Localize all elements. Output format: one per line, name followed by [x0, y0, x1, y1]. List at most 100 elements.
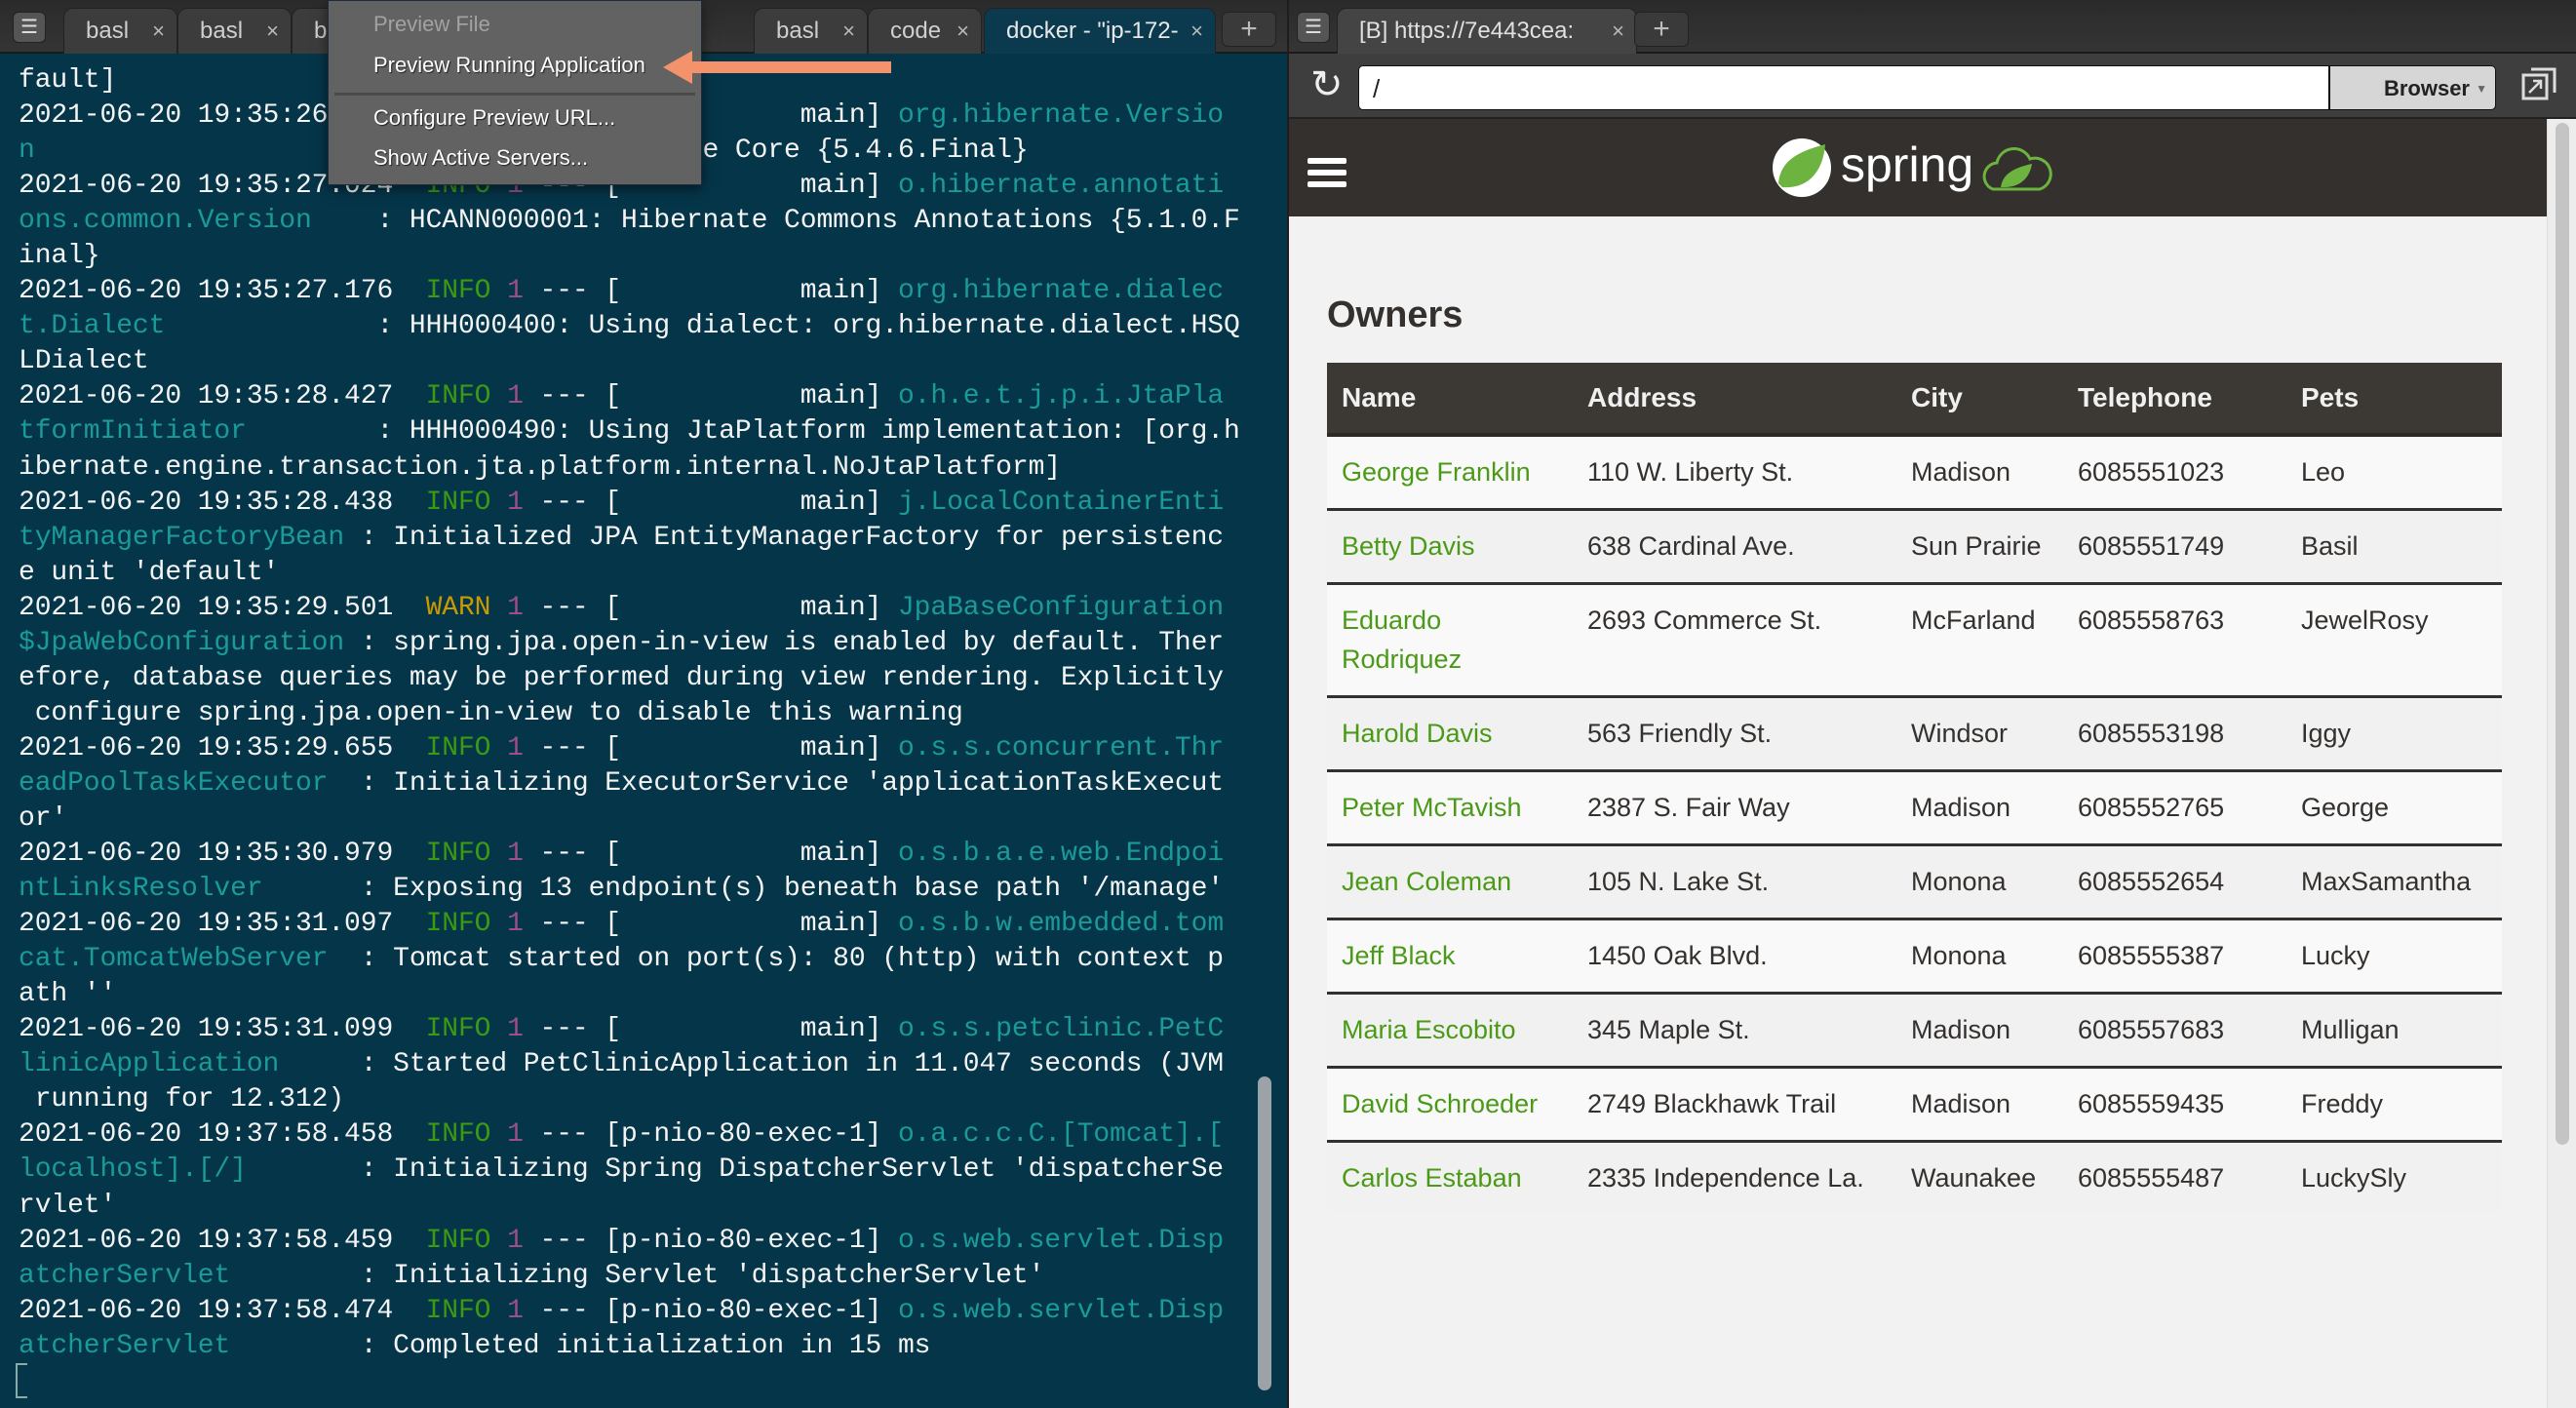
owner-name-link[interactable]: Carlos Estaban — [1342, 1163, 1522, 1193]
table-cell: Monona — [1896, 844, 2063, 919]
terminal-line: t.Dialect : HHH000400: Using dialect: or… — [19, 309, 1240, 344]
table-row: Jean Coleman 105 N. Lake St. Monona 6085552… — [1327, 844, 2502, 919]
menu-item-show-active-servers[interactable]: Show Active Servers... — [373, 145, 588, 171]
tab-label: docker - "ip-172- — [1006, 18, 1179, 44]
terminal-text-segment: : Exposing 13 endpoint(s) beneath base p… — [262, 874, 1225, 905]
tab-label: basl — [86, 18, 130, 44]
terminal-text-segment: $JpaWebConfiguration — [19, 627, 345, 658]
hamburger-menu-icon[interactable] — [1308, 158, 1347, 193]
owner-name-link[interactable]: David Schroeder — [1342, 1089, 1538, 1118]
reload-icon[interactable]: ↻ — [1310, 63, 1344, 106]
new-tab-button[interactable]: + — [1634, 12, 1689, 47]
terminal-text-segment: --- [p-nio-80-exec-1] — [523, 1225, 898, 1256]
browser-tab[interactable]: [B] https://7e443cea: × — [1337, 8, 1637, 54]
table-cell: Madison — [1896, 435, 2063, 510]
terminal-text-segment: o.s.b.w.embedded.tom — [897, 909, 1225, 940]
close-tab-icon[interactable]: × — [1190, 9, 1203, 54]
terminal-text-segment: INFO — [425, 839, 491, 870]
table-cell: 6085552765 — [2063, 770, 2286, 845]
terminal-text-segment: o.a.c.c.C.[Tomcat].[ — [897, 1119, 1225, 1151]
terminal-line: e unit 'default' — [19, 556, 1240, 591]
terminal-tab[interactable]: basl × — [63, 8, 177, 54]
terminal-text-segment: linicApplication — [19, 1049, 280, 1080]
terminal-text-segment: : Completed initialization in 15 ms — [230, 1330, 931, 1361]
terminal-text-segment: 1 — [507, 909, 524, 940]
terminal-line: LDialect — [19, 344, 1240, 379]
menu-item-configure-preview-url[interactable]: Configure Preview URL... — [373, 105, 615, 131]
table-cell: Windsor — [1896, 696, 2063, 771]
owner-name-link[interactable]: George Franklin — [1342, 457, 1531, 487]
table-cell: Iggy — [2286, 696, 2502, 771]
terminal-line: efore, database queries may be performed… — [19, 661, 1240, 696]
menu-item-preview-file[interactable]: Preview File — [373, 12, 490, 37]
terminal-text-segment: 1 — [507, 381, 524, 412]
owner-name-link[interactable]: Betty Davis — [1342, 531, 1475, 561]
table-cell: 6085552654 — [2063, 844, 2286, 919]
close-tab-icon[interactable]: × — [842, 9, 855, 54]
tab-label: basl — [776, 18, 820, 44]
terminal-scrollbar[interactable] — [1258, 1076, 1271, 1390]
owner-name-link[interactable]: Peter McTavish — [1342, 793, 1522, 822]
scrollbar-thumb[interactable] — [2556, 123, 2569, 1145]
owner-name-link[interactable]: Jean Coleman — [1342, 867, 1511, 896]
terminal-text-segment: 1 — [507, 276, 524, 307]
terminal-tab[interactable]: docker - "ip-172- × — [984, 8, 1216, 54]
terminal-text-segment: 2021-06-20 19:35:28.427 — [19, 381, 426, 412]
table-cell: JewelRosy — [2286, 583, 2502, 697]
table-cell: Carlos Estaban — [1327, 1141, 1573, 1214]
table-cell: Leo — [2286, 435, 2502, 510]
table-cell: George Franklin — [1327, 435, 1573, 510]
pop-out-window-icon[interactable] — [2519, 65, 2558, 104]
terminal-line: inal} — [19, 239, 1240, 274]
table-cell: 6085551023 — [2063, 435, 2286, 510]
terminal-text-segment: 2021-06-20 19:37:58.474 — [19, 1295, 426, 1326]
terminal-text-segment: : Initializing Spring DispatcherServlet … — [246, 1154, 1225, 1186]
owner-name-link[interactable]: Maria Escobito — [1342, 1015, 1516, 1044]
terminal-text-segment: JpaBaseConfiguration — [897, 592, 1225, 623]
terminal-text-segment: 2021-06-20 19:37:58.458 — [19, 1119, 426, 1151]
table-cell: MaxSamantha — [2286, 844, 2502, 919]
table-cell: 2749 Blackhawk Trail — [1573, 1067, 1896, 1142]
terminal-tab[interactable]: basl × — [177, 8, 292, 54]
terminal-text-segment: j.LocalContainerEnti — [897, 487, 1225, 518]
close-tab-icon[interactable]: × — [1612, 9, 1624, 54]
browser-mode-select[interactable]: Browser ▼ — [2329, 65, 2496, 110]
terminal-line: 2021-06-20 19:35:28.427 INFO 1 --- [ mai… — [19, 379, 1240, 414]
table-cell: Waunakee — [1896, 1141, 2063, 1214]
terminal-text-segment: 1 — [507, 592, 524, 623]
chevron-down-icon: ▼ — [2476, 82, 2487, 96]
column-header: Address — [1573, 363, 1896, 437]
terminal-tab[interactable]: code × — [868, 8, 982, 54]
terminal-text-segment: t.Dialect — [19, 311, 166, 342]
terminal-output[interactable]: fault] 2021-06-20 19:35:26 main] org.hibe… — [19, 63, 1240, 1364]
owner-name-link[interactable]: Harold Davis — [1342, 719, 1493, 748]
spring-logo[interactable]: spring — [1771, 137, 2063, 199]
terminal-text-segment: : HHH000490: Using JtaPlatform implement… — [246, 416, 1240, 448]
terminal-text-segment: --- [p-nio-80-exec-1] — [523, 1119, 898, 1151]
close-tab-icon[interactable]: × — [152, 9, 165, 54]
terminal-tab[interactable]: basl × — [754, 8, 868, 54]
tab-list-menu-icon[interactable]: ☰ — [1297, 12, 1330, 43]
terminal-text-segment: tyManagerFactoryBean — [19, 522, 345, 553]
terminal-text-segment: o.s.web.servlet.Disp — [897, 1295, 1225, 1326]
owner-name-link[interactable]: Jeff Black — [1342, 941, 1456, 970]
url-input[interactable]: / — [1358, 65, 2329, 110]
menu-item-preview-running-application[interactable]: Preview Running Application — [373, 53, 645, 78]
table-row: Jeff Black 1450 Oak Blvd. Monona 6085555387… — [1327, 919, 2502, 994]
terminal-line: running for 12.312) — [19, 1082, 1240, 1117]
table-cell: LuckySly — [2286, 1141, 2502, 1214]
terminal-text-segment: 2021-06-20 19:35:28.438 — [19, 487, 426, 518]
terminal-text-segment: efore, database queries may be performed… — [19, 662, 1225, 693]
table-row: George Franklin 110 W. Liberty St. Madison… — [1327, 435, 2502, 510]
owner-name-link[interactable]: Eduardo Rodriquez — [1342, 606, 1462, 674]
close-tab-icon[interactable]: × — [266, 9, 279, 54]
browser-scrollbar[interactable] — [2547, 119, 2576, 1408]
close-tab-icon[interactable]: × — [956, 9, 969, 54]
tab-list-menu-icon[interactable]: ☰ — [13, 12, 46, 43]
new-tab-button[interactable]: + — [1222, 12, 1276, 47]
